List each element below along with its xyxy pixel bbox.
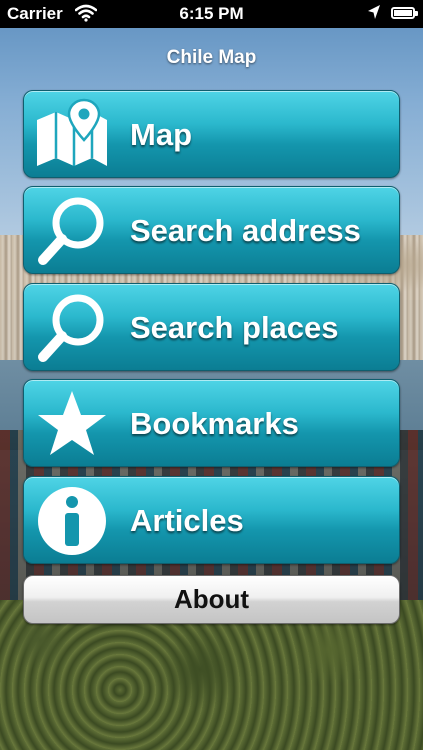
star-icon [34,387,110,461]
map-pin-icon [34,98,110,172]
app-title: Chile Map [166,47,257,68]
articles-button[interactable]: Articles [23,476,400,564]
search-address-button[interactable]: Search address [23,186,400,274]
bookmarks-button[interactable]: Bookmarks [23,379,400,467]
about-button[interactable]: About [23,575,400,624]
app-screen: Carrier 6:15 PM Chile Map Map Search add… [0,0,423,750]
bookmarks-label: Bookmarks [130,406,299,441]
location-arrow-icon [367,4,381,25]
map-button[interactable]: Map [23,90,400,178]
search-address-label: Search address [130,213,361,248]
info-icon [34,484,110,558]
magnifier-icon [34,194,110,268]
articles-label: Articles [130,503,244,538]
map-button-label: Map [130,117,192,152]
search-places-label: Search places [130,310,339,345]
battery-icon [391,7,418,19]
search-places-button[interactable]: Search places [23,283,400,371]
clock-time: 6:15 PM [179,4,244,23]
magnifier-icon [34,291,110,365]
status-bar: Carrier 6:15 PM [0,0,423,28]
